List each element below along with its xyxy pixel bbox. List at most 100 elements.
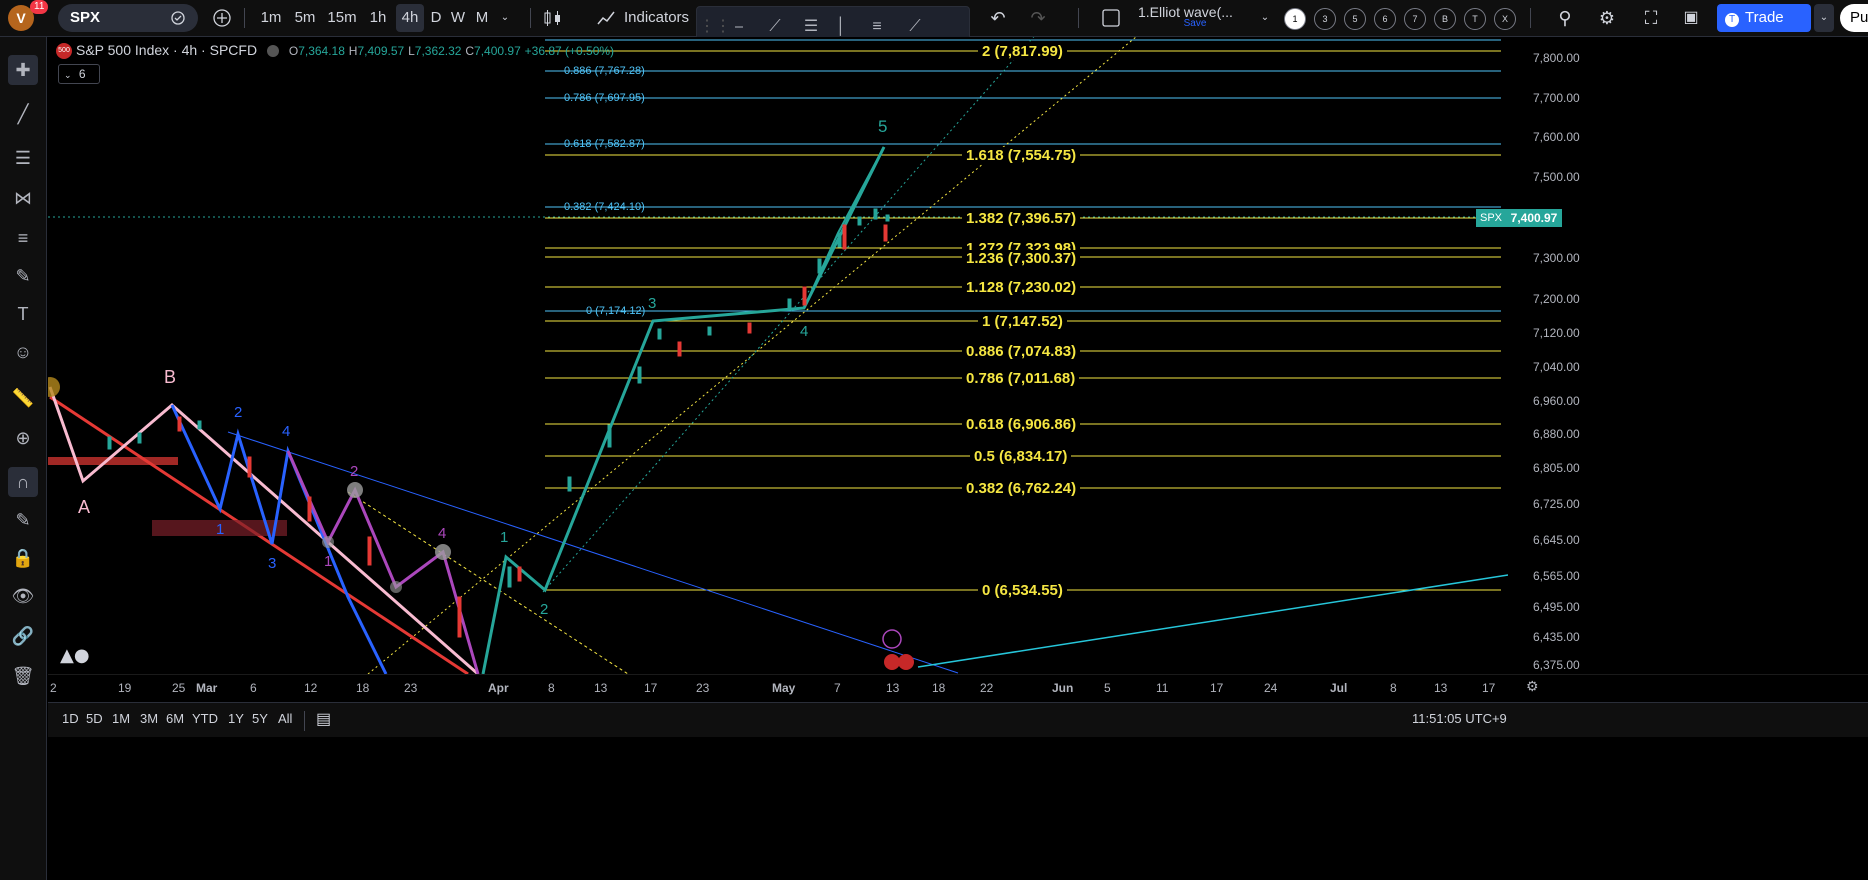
timeframe-w[interactable]: W xyxy=(448,4,468,32)
price-tick: 6,565.00 xyxy=(1533,569,1580,583)
emoji-tool-icon[interactable]: ☺ xyxy=(8,337,38,367)
lock-draw-icon[interactable]: ✎ xyxy=(8,505,38,535)
fib-ext-1: 1 (7,147.52) xyxy=(978,313,1067,330)
wave-count-7[interactable]: 7 xyxy=(1404,8,1426,30)
layout-save-status: Save xyxy=(1183,18,1207,29)
wave-count-1[interactable]: 1 xyxy=(1284,8,1306,30)
trade-label: Trade xyxy=(1745,9,1784,26)
time-tick: Apr xyxy=(488,681,509,695)
tradingview-logo: ▲● xyxy=(60,645,90,666)
time-tick: 8 xyxy=(548,681,555,695)
horizontal-line-icon[interactable]: ⎯ xyxy=(727,15,751,39)
range-ytd[interactable]: YTD xyxy=(192,711,218,726)
zoom-in-icon[interactable]: ⊕ xyxy=(8,423,38,453)
chevron-down-icon[interactable]: ⌄ xyxy=(1814,4,1834,32)
timeframe-1h[interactable]: 1h xyxy=(364,4,392,32)
timeframe-5m[interactable]: 5m xyxy=(290,4,320,32)
time-tick: 24 xyxy=(1264,681,1278,695)
candles-icon[interactable] xyxy=(542,8,564,28)
last-price-label: 7,400.97 xyxy=(1506,209,1562,227)
avatar-letter: V xyxy=(16,10,26,26)
candles xyxy=(107,208,890,638)
wave-label-green-2: 2 xyxy=(540,601,549,618)
timeframe-d[interactable]: D xyxy=(428,4,444,32)
time-tick: 13 xyxy=(1434,681,1448,695)
red-zone-upper xyxy=(48,457,178,465)
horizontal-lines-tool-icon[interactable]: ☰ xyxy=(8,143,38,173)
channel-icon[interactable]: ≡ xyxy=(865,15,889,39)
wave-label-green-4: 4 xyxy=(800,323,809,340)
link-icon[interactable]: 🔗 xyxy=(8,621,38,651)
drag-handle-icon[interactable]: ⋮⋮ xyxy=(699,15,731,39)
price-tick: 6,725.00 xyxy=(1533,497,1580,511)
range-1m[interactable]: 1M xyxy=(112,711,130,726)
price-axis[interactable]: 7,800.00 7,700.00 7,600.00 7,500.00 7,30… xyxy=(1508,37,1868,674)
timeframe-15m[interactable]: 15m xyxy=(324,4,360,32)
settings-gear-icon[interactable]: ⚙ xyxy=(1596,4,1618,32)
brush-tool-icon[interactable]: ✎ xyxy=(8,261,38,291)
wave-count-5[interactable]: 5 xyxy=(1344,8,1366,30)
trend-line-icon[interactable]: ⟋ xyxy=(763,15,787,39)
redo-icon[interactable]: ↷ xyxy=(1028,4,1048,32)
eye-icon[interactable]: 👁 xyxy=(8,581,38,611)
time-tick: 6 xyxy=(250,681,257,695)
vertical-line-icon[interactable]: │ xyxy=(829,15,853,39)
fib-retracement-lines xyxy=(545,39,1501,312)
fullscreen-icon[interactable]: ⛶ xyxy=(1640,4,1662,32)
measure-icon[interactable]: ⟋ xyxy=(903,15,927,39)
range-1y[interactable]: 1Y xyxy=(228,711,244,726)
chevron-down-icon[interactable]: ⌄ xyxy=(498,4,512,32)
text-tool-icon[interactable]: T xyxy=(8,299,38,329)
indicators-icon[interactable] xyxy=(596,8,616,28)
time-axis[interactable]: 2 19 25 Mar 6 12 18 23 Apr 8 13 17 23 Ma… xyxy=(48,674,1868,701)
lock-icon[interactable]: 🔒 xyxy=(8,543,38,573)
timeframe-4h[interactable]: 4h xyxy=(396,4,424,32)
timeframe-m[interactable]: M xyxy=(472,4,492,32)
wave-label-purple-4: 4 xyxy=(438,525,447,542)
wave-count-t[interactable]: T xyxy=(1464,8,1486,30)
axis-settings-icon[interactable]: ⚙ xyxy=(1526,678,1539,695)
fib-levels-icon[interactable]: ☰ xyxy=(799,15,823,39)
range-5d[interactable]: 5D xyxy=(86,711,103,726)
price-tick: 7,200.00 xyxy=(1533,292,1580,306)
crosshair-icon[interactable]: ✚ xyxy=(8,55,38,85)
wave-count-x[interactable]: X xyxy=(1494,8,1516,30)
pattern-tool-icon[interactable]: ⋈ xyxy=(8,183,38,213)
symbol-search[interactable]: SPX xyxy=(58,4,198,32)
compare-plus-icon[interactable] xyxy=(212,8,232,28)
trash-icon[interactable]: 🗑 xyxy=(8,661,38,691)
trend-line-tool-icon[interactable]: ╱ xyxy=(8,99,38,129)
add-symbol-icon[interactable] xyxy=(170,10,186,26)
clock-time[interactable]: 11:51:05 UTC+9 xyxy=(1412,711,1507,726)
change-value: +36.87 (+0.50%) xyxy=(524,44,615,58)
fib-tool-icon[interactable]: ≡ xyxy=(8,223,38,253)
legend-title[interactable]: S&P 500 Index · 4h · SPCFD xyxy=(76,42,257,58)
undo-icon[interactable]: ↶ xyxy=(988,4,1008,32)
time-tick: 12 xyxy=(304,681,318,695)
date-range-calendar-icon[interactable]: ▤ xyxy=(316,709,331,729)
range-1d[interactable]: 1D xyxy=(62,711,79,726)
zoom-search-icon[interactable]: ⚲ xyxy=(1554,4,1576,32)
camera-icon[interactable]: ▣ xyxy=(1680,4,1702,32)
chart-canvas[interactable]: 2 (7,817.99) 1.618 (7,554.75) 1.382 (7,3… xyxy=(48,37,1508,674)
magnet-icon[interactable]: ∩ xyxy=(8,467,38,497)
divider xyxy=(1530,8,1531,28)
wave-count-3[interactable]: 3 xyxy=(1314,8,1336,30)
layout-square-icon[interactable] xyxy=(1102,9,1120,27)
trade-button[interactable]: T Trade xyxy=(1717,4,1811,32)
range-3m[interactable]: 3M xyxy=(140,711,158,726)
wave-count-b[interactable]: B xyxy=(1434,8,1456,30)
divider xyxy=(244,8,245,28)
indicators-collapse[interactable]: ⌄ 6 xyxy=(58,64,100,84)
range-6m[interactable]: 6M xyxy=(166,711,184,726)
timeframe-1m[interactable]: 1m xyxy=(256,4,286,32)
wave-count-6[interactable]: 6 xyxy=(1374,8,1396,30)
fib-ext-1128: 1.128 (7,230.02) xyxy=(962,279,1081,296)
publish-button[interactable]: Pu xyxy=(1840,4,1868,32)
range-all[interactable]: All xyxy=(278,711,292,726)
range-5y[interactable]: 5Y xyxy=(252,711,268,726)
ruler-tool-icon[interactable]: 📏 xyxy=(8,383,38,413)
time-tick: 18 xyxy=(356,681,370,695)
indicators-button[interactable]: Indicators xyxy=(624,4,696,32)
chevron-down-icon[interactable]: ⌄ xyxy=(1258,4,1272,32)
